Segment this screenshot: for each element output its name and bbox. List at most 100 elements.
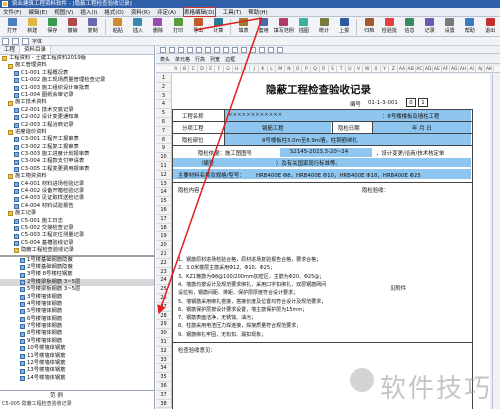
menu-edit[interactable]: 编辑(E): [28, 8, 47, 16]
row-header[interactable]: 19: [156, 232, 172, 242]
toolbar-button[interactable]: 插入: [128, 17, 148, 36]
tree-node[interactable]: 施工技术资料: [0, 99, 154, 106]
toolbar-button[interactable]: 打印: [168, 17, 188, 36]
column-header[interactable]: G: [224, 66, 233, 73]
tree-node[interactable]: 施工记录: [0, 210, 154, 217]
column-header[interactable]: M: [276, 66, 286, 73]
tree-node[interactable]: C2-002 设计变更通知单: [0, 114, 154, 121]
toolbar-button[interactable]: 填写范例: [274, 17, 294, 36]
row-header[interactable]: 7: [156, 126, 172, 136]
toolbar-button[interactable]: 新建: [22, 17, 42, 36]
tree-node[interactable]: C3-004 工程款支付申请表: [0, 158, 154, 165]
column-header[interactable]: AA: [398, 66, 407, 73]
tree-node[interactable]: 3号楼墙体钢筋: [0, 294, 154, 301]
column-header[interactable]: AG: [450, 66, 460, 73]
location-value[interactable]: 8号楼板柱3.0m至8.9m墙，柱钢筋绑扎: [262, 136, 358, 144]
doc-format-item[interactable]: 列宽: [210, 56, 220, 63]
menu-table-edit[interactable]: 表格编辑(D): [183, 7, 216, 17]
row-header[interactable]: 25: [156, 285, 172, 294]
bold-icon[interactable]: [2, 37, 9, 45]
column-header[interactable]: K: [259, 66, 268, 73]
code-value[interactable]: 01-1-3-001: [368, 100, 398, 106]
tab-project[interactable]: 工程: [0, 46, 21, 54]
doc-tool-icon[interactable]: [223, 46, 229, 53]
toolbar-button[interactable]: 检验批: [379, 17, 399, 36]
menu-records[interactable]: 资料(R): [131, 8, 150, 16]
menu-evaluate[interactable]: 评定(A): [157, 8, 176, 16]
row-header[interactable]: 26: [156, 294, 172, 303]
tree-node[interactable]: 12号楼墙体钢筋: [0, 360, 154, 367]
row-header[interactable]: 5: [156, 109, 172, 118]
material-value[interactable]: HRB400E Φ8，HRB400E Φ10，HRB400E Φ18，HRB40…: [256, 171, 421, 179]
toolbar-button[interactable]: 复制: [83, 17, 103, 36]
tree-node[interactable]: 7号楼墙体钢筋: [0, 323, 154, 330]
row-header[interactable]: 1: [156, 74, 172, 83]
menu-file[interactable]: 文件(F): [3, 8, 21, 16]
row-header[interactable]: 9: [156, 144, 172, 154]
menu-format[interactable]: 格式(O): [104, 8, 124, 16]
tree-node[interactable]: C1-003 施工组织设计审批表: [0, 85, 154, 92]
doc-tool-icon[interactable]: [169, 46, 175, 53]
row-header[interactable]: 21: [156, 250, 172, 259]
doc-tool-icon[interactable]: [160, 46, 166, 53]
tree-node[interactable]: 6号楼墙体钢筋: [0, 316, 154, 323]
column-header[interactable]: H: [233, 66, 242, 73]
tree-node[interactable]: 4号楼墙体钢筋: [0, 301, 154, 308]
row-header[interactable]: 4: [156, 100, 172, 110]
tree-node[interactable]: C4-003 见证取样送检记录: [0, 195, 154, 202]
toolbar-button[interactable]: 信息: [399, 17, 419, 36]
toolbar-button[interactable]: 记录: [420, 17, 440, 36]
row-header[interactable]: 22: [156, 258, 172, 268]
column-header[interactable]: AH: [459, 66, 468, 73]
column-header[interactable]: F: [216, 66, 225, 73]
doc-format-item[interactable]: 表头: [160, 56, 170, 63]
row-header[interactable]: 3: [156, 91, 172, 101]
toolbar-button[interactable]: 插图: [294, 17, 314, 36]
row-header[interactable]: 18: [156, 223, 172, 233]
tree-node[interactable]: 施工物资资料: [0, 173, 154, 180]
italic-icon[interactable]: [12, 37, 19, 45]
row-header[interactable]: 23: [156, 267, 172, 277]
code-box-1[interactable]: 0: [406, 98, 416, 107]
doc-format-item[interactable]: 行高: [195, 56, 205, 63]
column-header[interactable]: O: [294, 66, 303, 73]
column-header[interactable]: Q: [311, 66, 320, 73]
toolbar-button[interactable]: 退出: [480, 17, 500, 36]
column-header[interactable]: I: [242, 66, 251, 73]
column-header[interactable]: C: [189, 66, 199, 73]
tree-node[interactable]: 3号楼 8号楼柱钢筋: [0, 271, 154, 278]
row-header[interactable]: 28: [156, 311, 172, 321]
tree-node[interactable]: 1号楼基础钢筋隐蔽: [0, 257, 154, 264]
row-header[interactable]: 29: [156, 320, 172, 330]
row-header[interactable]: 38: [156, 399, 172, 409]
column-header[interactable]: AC: [416, 66, 425, 73]
column-header[interactable]: W: [363, 66, 373, 73]
doc-tool-icon[interactable]: [187, 46, 193, 53]
tree-node[interactable]: 施工管理资料: [0, 62, 154, 69]
toolbar-button[interactable]: 填表: [233, 17, 253, 36]
toolbar-button[interactable]: 计算: [208, 17, 228, 36]
vertical-scrollbar[interactable]: [492, 74, 500, 409]
toolbar-button[interactable]: 保存: [42, 17, 62, 36]
tree-node[interactable]: 10号楼墙体钢筋: [0, 345, 154, 352]
row-header[interactable]: 35: [156, 373, 172, 382]
tree-node[interactable]: 5号楼墙体钢筋: [0, 308, 154, 315]
tree-node[interactable]: 13号楼墙体钢筋: [0, 367, 154, 374]
column-header[interactable]: AD: [424, 66, 433, 73]
column-header[interactable]: B: [181, 66, 190, 73]
toolbar-button[interactable]: 归档: [359, 17, 379, 36]
row-header[interactable]: 12: [156, 170, 172, 180]
toolbar-button[interactable]: 打开: [2, 17, 22, 36]
doc-tool-icon[interactable]: [214, 46, 220, 53]
tree-node[interactable]: C3-001 工程开工报审表: [0, 136, 154, 143]
row-header[interactable]: 34: [156, 364, 172, 374]
column-header[interactable]: AB: [407, 66, 416, 73]
column-header[interactable]: AI: [468, 66, 477, 73]
column-header[interactable]: L: [268, 66, 277, 73]
row-header[interactable]: 30: [156, 329, 172, 338]
column-header[interactable]: P: [303, 66, 312, 73]
column-header[interactable]: S: [329, 66, 338, 73]
tree-node[interactable]: 5号楼梁板钢筋 3~5层: [0, 286, 154, 293]
doc-tool-icon[interactable]: [268, 46, 274, 53]
row-header[interactable]: 20: [156, 241, 172, 250]
